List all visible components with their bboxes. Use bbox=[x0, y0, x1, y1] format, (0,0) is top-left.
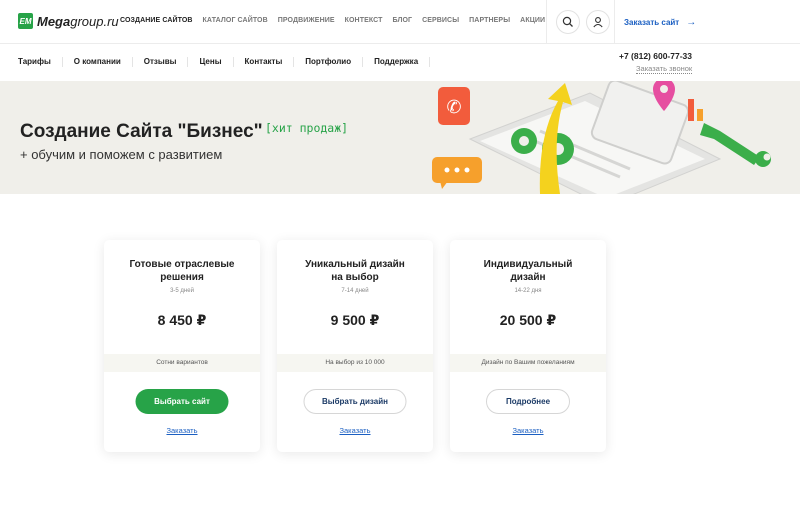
order-link[interactable]: Заказать bbox=[450, 426, 606, 435]
subnav-item-o-kompanii[interactable]: О компании bbox=[63, 57, 133, 67]
banner-title: Создание Сайта "Бизнес" bbox=[20, 121, 263, 142]
card-price: 9 500 ₽ bbox=[330, 312, 380, 328]
svg-text:✆: ✆ bbox=[446, 97, 461, 118]
main-nav: СОЗДАНИЕ САЙТОВ КАТАЛОГ САЙТОВ ПРОДВИЖЕН… bbox=[120, 17, 545, 24]
card-note: Сотни вариантов bbox=[104, 354, 260, 372]
banner-subtitle: + обучим и поможем с развитием bbox=[20, 147, 223, 162]
card-title-line2: дизайн bbox=[510, 272, 546, 283]
order-site-link[interactable]: Заказать сайт → bbox=[624, 17, 696, 28]
plan-card-unique: Уникальный дизайн на выбор 7-14 дней 9 50… bbox=[277, 240, 433, 452]
card-days: 3-5 дней bbox=[170, 288, 194, 294]
divider bbox=[614, 0, 615, 44]
arrow-right-icon: → bbox=[686, 17, 697, 28]
nav-item-kontekst[interactable]: КОНТЕКСТ bbox=[345, 17, 383, 24]
subnav-item-kontakty[interactable]: Контакты bbox=[234, 57, 295, 67]
user-icon bbox=[593, 17, 603, 28]
callback-link[interactable]: Заказать звонок bbox=[636, 64, 693, 74]
subnav-item-ceny[interactable]: Цены bbox=[188, 57, 234, 67]
nav-item-servisy[interactable]: СЕРВИСЫ bbox=[422, 17, 459, 24]
choose-site-button[interactable]: Выбрать сайт bbox=[135, 389, 229, 414]
nav-item-prodvizhenie[interactable]: ПРОДВИЖЕНИЕ bbox=[278, 17, 335, 24]
logo-mark: EM bbox=[18, 13, 33, 29]
order-link[interactable]: Заказать bbox=[277, 426, 433, 435]
subnav-item-portfolio[interactable]: Портфолио bbox=[294, 57, 364, 67]
card-title: Готовые отраслевые bbox=[129, 259, 235, 270]
banner-illustration: ✆ bbox=[432, 81, 771, 194]
nav-item-partnery[interactable]: ПАРТНЕРЫ bbox=[469, 17, 510, 24]
order-link[interactable]: Заказать bbox=[104, 426, 260, 435]
bar-chart-icon bbox=[688, 99, 694, 121]
logo[interactable]: EM Megagroup.ru bbox=[18, 13, 119, 29]
card-note: На выбор из 10 000 bbox=[277, 354, 433, 372]
card-title-line2: на выбор bbox=[331, 272, 379, 283]
nav-item-katalog[interactable]: КАТАЛОГ САЙТОВ bbox=[203, 17, 268, 24]
top-header: EM Megagroup.ru СОЗДАНИЕ САЙТОВ КАТАЛОГ … bbox=[0, 0, 800, 44]
card-title: Индивидуальный bbox=[483, 259, 573, 270]
nav-item-akcii[interactable]: АКЦИИ bbox=[520, 17, 545, 24]
card-price: 8 450 ₽ bbox=[157, 312, 207, 328]
logo-text-rest: group.ru bbox=[70, 13, 119, 29]
subnav-item-podderzhka[interactable]: Поддержка bbox=[363, 57, 431, 67]
secondary-nav: Тарифы О компании Отзывы Цены Контакты П… bbox=[0, 44, 800, 81]
card-days: 14-22 дня bbox=[514, 288, 542, 294]
card-days: 7-14 дней bbox=[341, 288, 369, 294]
account-button[interactable] bbox=[586, 10, 610, 34]
bestseller-badge: [хит продаж] bbox=[265, 121, 349, 135]
order-site-label: Заказать сайт bbox=[624, 18, 680, 27]
search-button[interactable] bbox=[556, 10, 580, 34]
plan-card-ready: Готовые отраслевые решения 3-5 дней 8 450… bbox=[104, 240, 260, 452]
card-note: Дизайн по Вашим пожеланиям bbox=[450, 354, 606, 372]
phone-number[interactable]: +7 (812) 600-77-33 bbox=[619, 51, 692, 61]
hero-banner: Создание Сайта "Бизнес" [хит продаж] + о… bbox=[0, 81, 800, 194]
choose-design-button[interactable]: Выбрать дизайн bbox=[303, 389, 407, 414]
nav-item-blog[interactable]: БЛОГ bbox=[392, 17, 412, 24]
logo-text-bold: Mega bbox=[37, 13, 71, 29]
subnav-item-tarify[interactable]: Тарифы bbox=[0, 57, 63, 67]
card-title-line2: решения bbox=[160, 272, 204, 283]
plan-card-individual: Индивидуальный дизайн 14-22 дня 20 500 ₽ … bbox=[450, 240, 606, 452]
search-icon bbox=[562, 16, 573, 27]
nav-item-sozdanie[interactable]: СОЗДАНИЕ САЙТОВ bbox=[120, 17, 193, 24]
card-price: 20 500 ₽ bbox=[499, 312, 557, 328]
subnav-item-otzyvy[interactable]: Отзывы bbox=[133, 57, 189, 67]
card-title: Уникальный дизайн bbox=[305, 259, 405, 270]
more-details-button[interactable]: Подробнее bbox=[486, 389, 570, 414]
divider bbox=[546, 0, 547, 44]
